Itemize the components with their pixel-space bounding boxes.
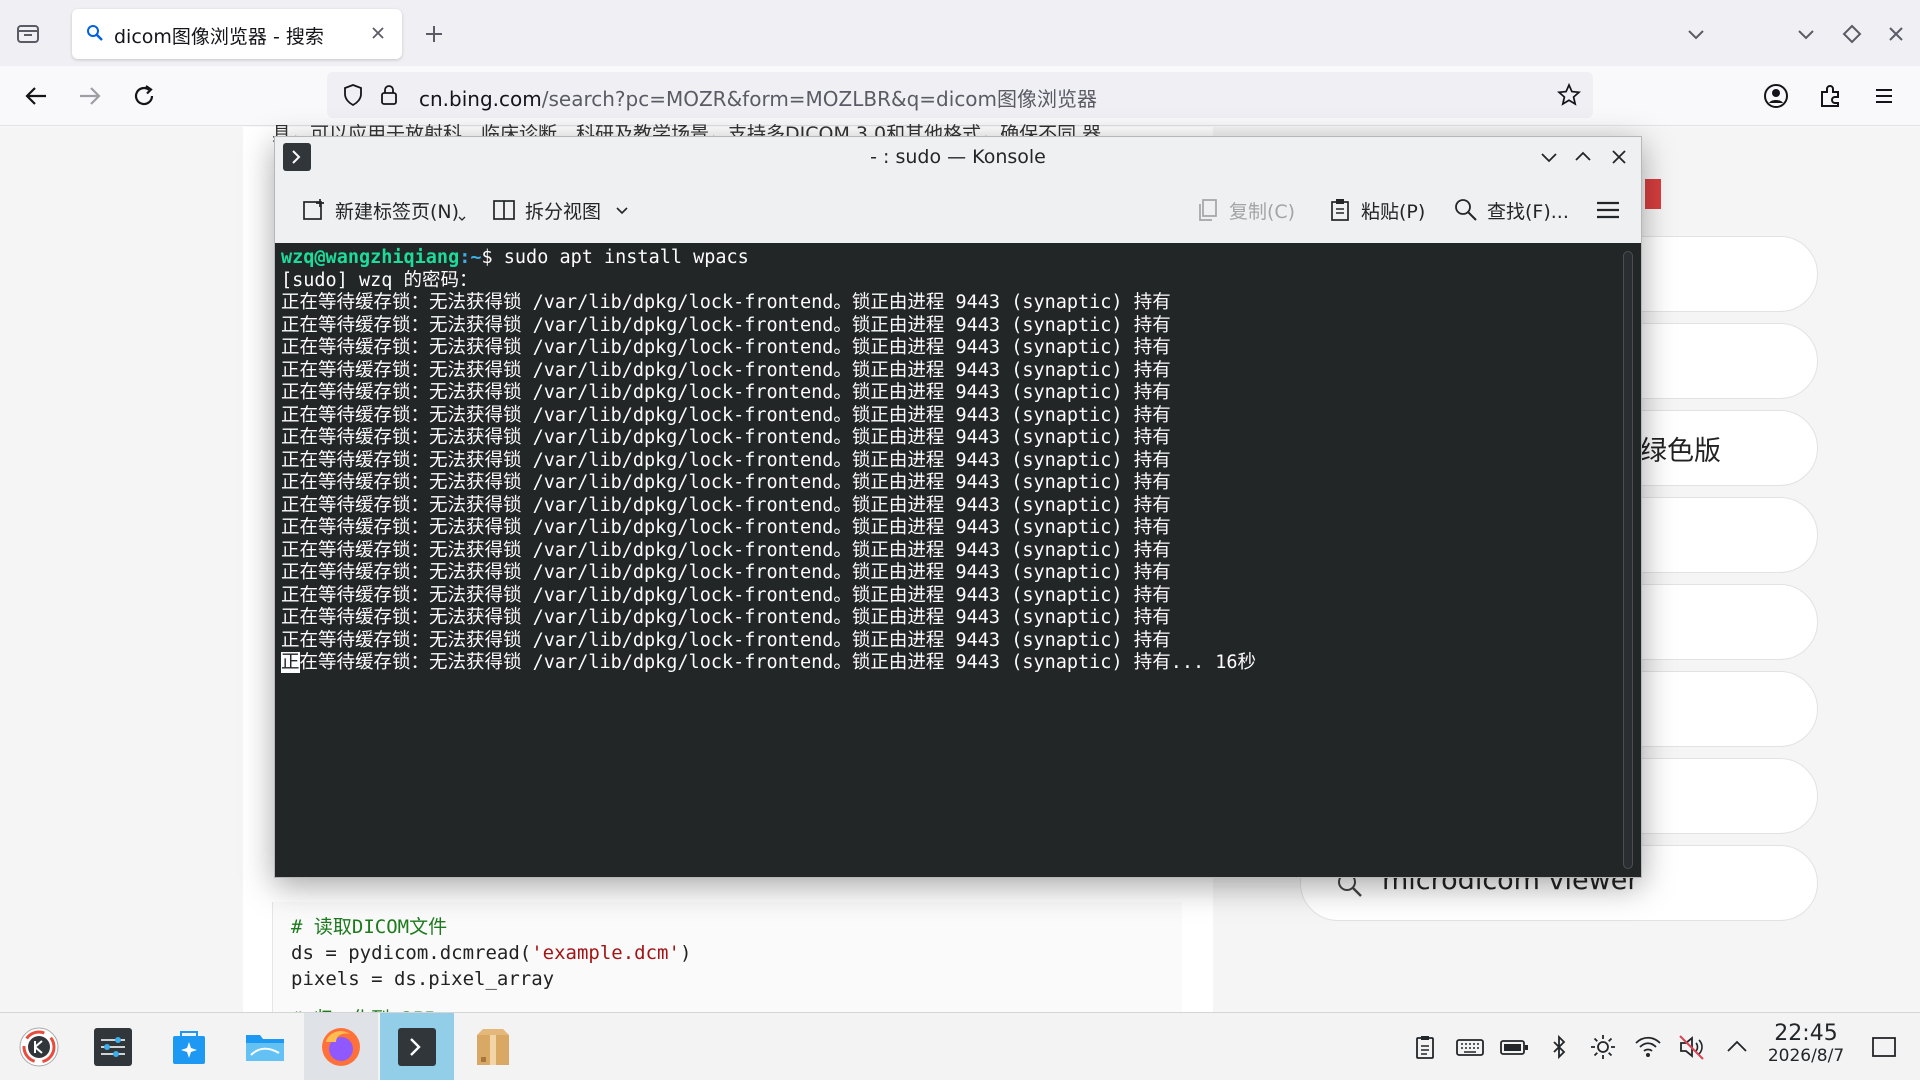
terminal-output-line: 正在等待缓存锁：无法获得锁 /var/lib/dpkg/lock-fronten…: [281, 449, 1171, 471]
clock-time: 22:45: [1774, 1021, 1838, 1046]
terminal-output-line: 正在等待缓存锁：无法获得锁 /var/lib/dpkg/lock-fronten…: [281, 562, 1171, 583]
new-tab-label: 新建标签页(N): [335, 200, 460, 223]
terminal-output-line: 正在等待缓存锁：无法获得锁 /var/lib/dpkg/lock-fronten…: [281, 337, 1171, 358]
split-view-icon: [493, 200, 515, 220]
bookmark-star-icon[interactable]: [1556, 82, 1582, 107]
forward-arrow-icon[interactable]: [74, 80, 106, 112]
battery-icon[interactable]: [1499, 1033, 1528, 1061]
new-tab-button[interactable]: [418, 18, 450, 50]
terminal-output-line: 正在等待缓存锁：无法获得锁 /var/lib/dpkg/lock-fronten…: [281, 359, 1171, 381]
copy-label: 复制(C): [1229, 200, 1296, 223]
terminal-output-line: 正在等待缓存锁：无法获得锁 /var/lib/dpkg/lock-fronten…: [281, 629, 1171, 651]
konsole-toolbar: 新建标签页(N) 拆分视图 复制(C) 粘贴(P) 查找(F)...: [275, 177, 1641, 241]
related-search-text[interactable]: 绿色版: [1640, 429, 1721, 468]
kde-launcher-icon[interactable]: [2, 1013, 76, 1080]
browser-nav-bar: cn.bing.com/search?pc=MOZR&form=MOZLBR&q…: [0, 66, 1920, 126]
code-comment: # 读取DICOM文件: [291, 916, 448, 938]
clock[interactable]: 22:45 2026/8/7: [1762, 1021, 1850, 1066]
copy-icon: [1199, 199, 1217, 221]
terminal-output-line: 正在等待缓存锁：无法获得锁 /var/lib/dpkg/lock-fronten…: [281, 517, 1171, 538]
konsole-maximize-icon[interactable]: [1571, 145, 1595, 169]
terminal-output-line: 正在等待缓存锁：无法获得锁 /var/lib/dpkg/lock-fronten…: [281, 607, 1171, 628]
window-title: - : sudo — Konsole: [870, 146, 1046, 168]
terminal-sudo-line: [sudo] wzq 的密码：: [281, 269, 478, 291]
konsole-window: - : sudo — Konsole 新建标签页(N) 拆分视图 复制(C) 粘…: [274, 136, 1642, 878]
hamburger-menu-icon[interactable]: [1595, 195, 1629, 225]
browser-tab-active[interactable]: dicom图像浏览器 - 搜索: [72, 9, 402, 59]
extensions-icon[interactable]: [1814, 80, 1846, 112]
new-tab-button[interactable]: 新建标签页(N): [301, 195, 467, 225]
tab-list-chevron-icon[interactable]: [1682, 20, 1710, 48]
copy-button[interactable]: 复制(C): [1195, 195, 1295, 225]
tracking-shield-icon[interactable]: [341, 83, 365, 107]
terminal-output-line: 正在等待缓存锁：无法获得锁 /var/lib/dpkg/lock-fronten…: [281, 472, 1171, 493]
terminal-output-line: 正在等待缓存锁：无法获得锁 /var/lib/dpkg/lock-fronten…: [281, 539, 1171, 561]
terminal-prompt-line: wzq@wangzhiqiang:~$ sudo apt install wpa…: [281, 247, 749, 268]
firefox-icon[interactable]: [304, 1013, 378, 1080]
split-view-button[interactable]: 拆分视图: [491, 195, 639, 225]
firefox-view-icon[interactable]: [14, 20, 46, 48]
back-arrow-icon[interactable]: [20, 80, 52, 112]
account-icon[interactable]: [1760, 80, 1792, 112]
tab-title: dicom图像浏览器 - 搜索: [114, 26, 324, 48]
terminal-output-line: 正在等待缓存锁：无法获得锁 /var/lib/dpkg/lock-fronten…: [281, 427, 1171, 448]
archive-icon[interactable]: [456, 1013, 530, 1080]
terminal-output-line: 正在等待缓存锁：无法获得锁 /var/lib/dpkg/lock-fronten…: [281, 314, 1171, 336]
url-bar[interactable]: cn.bing.com/search?pc=MOZR&form=MOZLBR&q…: [327, 72, 1593, 118]
terminal-output-line: 正在等待缓存锁：无法获得锁 /var/lib/dpkg/lock-fronten…: [281, 404, 1171, 426]
red-heading-fragment: [1645, 179, 1661, 209]
new-tab-icon: [303, 199, 324, 220]
code-line: ds = pydicom.dcmread('example.dcm'): [291, 942, 692, 964]
terminal-scrollbar[interactable]: [1623, 251, 1633, 869]
volume-muted-icon[interactable]: [1677, 1033, 1705, 1061]
terminal-current-line: 正在等待缓存锁：无法获得锁 /var/lib/dpkg/lock-fronten…: [281, 652, 1257, 673]
split-view-label: 拆分视图: [525, 200, 602, 223]
paste-button[interactable]: 粘贴(P): [1327, 195, 1425, 225]
window-maximize-icon[interactable]: [1838, 20, 1866, 48]
terminal-cursor: 正: [281, 652, 300, 673]
browser-tab-bar: dicom图像浏览器 - 搜索: [0, 0, 1920, 66]
konsole-icon[interactable]: [380, 1013, 454, 1080]
search-favicon-icon: [86, 24, 104, 42]
brightness-icon[interactable]: [1589, 1033, 1617, 1061]
dolphin-files-icon[interactable]: [228, 1013, 302, 1080]
find-button[interactable]: 查找(F)...: [1453, 195, 1569, 225]
lock-icon[interactable]: [377, 83, 401, 107]
konsole-titlebar[interactable]: - : sudo — Konsole: [275, 137, 1641, 177]
clock-date: 2026/8/7: [1767, 1046, 1845, 1066]
wifi-icon[interactable]: [1633, 1033, 1661, 1061]
keyboard-icon[interactable]: [1455, 1033, 1484, 1061]
bluetooth-icon[interactable]: [1545, 1033, 1573, 1061]
terminal-output-line: 正在等待缓存锁：无法获得锁 /var/lib/dpkg/lock-fronten…: [281, 494, 1171, 516]
tab-close-icon[interactable]: [368, 23, 388, 43]
code-line: pixels = ds.pixel_array: [291, 968, 555, 990]
system-settings-icon[interactable]: [76, 1013, 150, 1080]
terminal-output: wzq@wangzhiqiang:~$ sudo apt install wpa…: [281, 247, 1256, 675]
reload-icon[interactable]: [128, 80, 160, 112]
terminal-area[interactable]: wzq@wangzhiqiang:~$ sudo apt install wpa…: [275, 243, 1641, 877]
terminal-output-line: 正在等待缓存锁：无法获得锁 /var/lib/dpkg/lock-fronten…: [281, 584, 1171, 606]
terminal-output-line: 正在等待缓存锁：无法获得锁 /var/lib/dpkg/lock-fronten…: [281, 382, 1171, 403]
app-menu-icon[interactable]: [1868, 80, 1900, 112]
paste-label: 粘贴(P): [1361, 200, 1426, 223]
clipboard-icon[interactable]: [1411, 1033, 1439, 1061]
paste-icon: [1331, 199, 1349, 221]
code-block: # 读取DICOM文件 ds = pydicom.dcmread('exampl…: [272, 902, 1182, 1030]
search-icon: [1455, 199, 1477, 221]
window-minimize-icon[interactable]: [1792, 20, 1820, 48]
window-close-icon[interactable]: [1882, 20, 1910, 48]
konsole-close-icon[interactable]: [1607, 145, 1631, 169]
konsole-minimize-icon[interactable]: [1537, 145, 1561, 169]
discover-store-icon[interactable]: [152, 1013, 226, 1080]
terminal-output-line: 正在等待缓存锁：无法获得锁 /var/lib/dpkg/lock-fronten…: [281, 292, 1171, 313]
taskbar: 22:45 2026/8/7: [0, 1012, 1920, 1080]
tray-expand-chevron-icon[interactable]: [1723, 1033, 1751, 1061]
find-label: 查找(F)...: [1487, 200, 1569, 223]
show-desktop-icon[interactable]: [1870, 1033, 1898, 1061]
url-text[interactable]: cn.bing.com/search?pc=MOZR&form=MOZLBR&q…: [419, 83, 1097, 112]
